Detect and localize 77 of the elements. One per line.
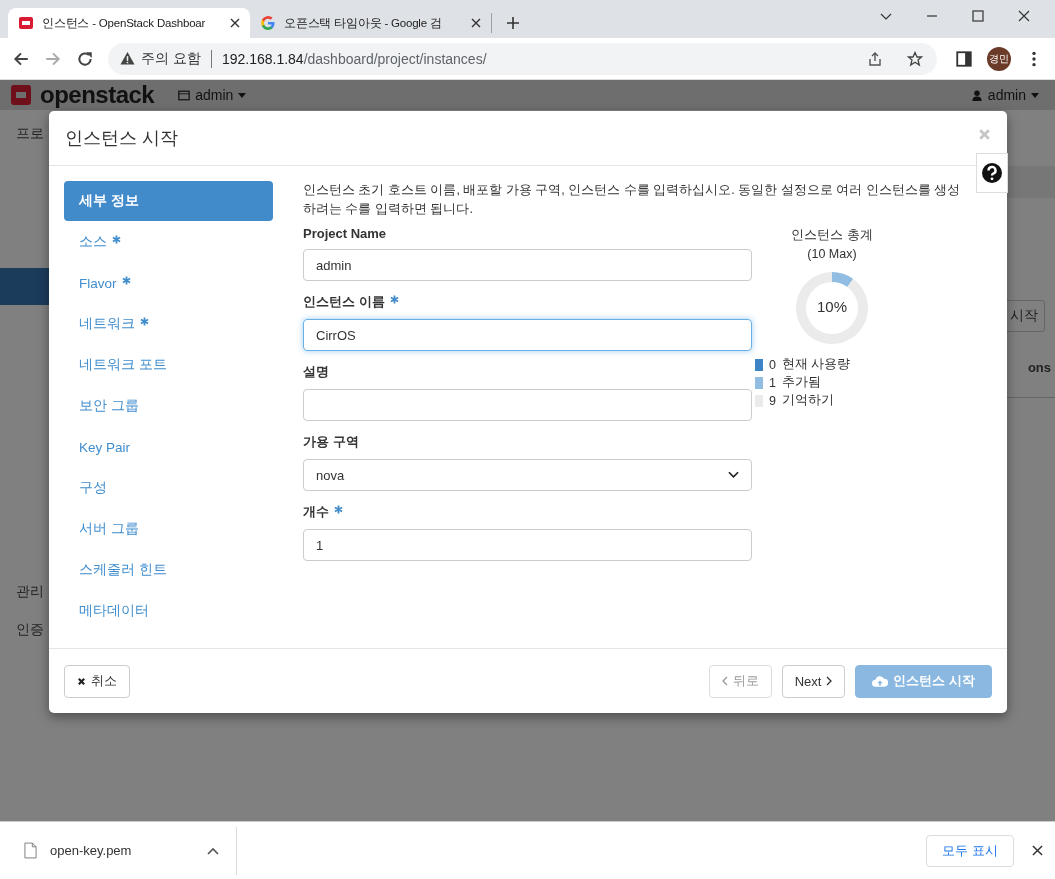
legend-value: 0 (769, 357, 776, 372)
security-warning: 주의 요함 (141, 49, 201, 68)
project-icon (178, 89, 191, 101)
file-icon (24, 842, 37, 859)
input-field[interactable]: 1 (303, 529, 752, 561)
input-field[interactable]: admin (303, 249, 752, 281)
column-header: ons (1027, 360, 1052, 375)
legend-value: 1 (769, 375, 776, 390)
close-icon (77, 676, 86, 686)
input-field[interactable] (303, 389, 752, 421)
brand-name[interactable]: openstack (40, 81, 155, 109)
close-icon[interactable] (1032, 845, 1043, 856)
legend-label: 기억하기 (781, 392, 834, 409)
wizard-step[interactable]: 네트워크 (64, 304, 273, 344)
wizard-step[interactable]: 서버 그룹 (64, 509, 273, 549)
wizard-step[interactable]: 보안 그룹 (64, 386, 273, 426)
caret-icon (238, 92, 247, 98)
wizard-step[interactable]: 메타데이터 (64, 591, 273, 631)
star-icon[interactable] (907, 50, 923, 67)
select-field[interactable]: nova (303, 459, 752, 491)
user-icon (970, 89, 983, 101)
legend-label: 추가됨 (781, 374, 821, 391)
chart-title: 인스턴스 총계 (791, 227, 873, 244)
wizard-step[interactable]: 세부 정보 (64, 181, 273, 221)
sidebar-item[interactable]: 관리 (0, 583, 49, 601)
wizard-step[interactable]: 네트워크 포트 (64, 345, 273, 385)
openstack-logo-icon (18, 15, 34, 31)
chart-center-label: 10% (816, 298, 848, 315)
legend-value: 9 (769, 393, 776, 408)
chart-subtitle: (10 Max) (807, 246, 857, 263)
reload-icon[interactable] (76, 49, 94, 68)
field-label: 개수 (303, 503, 329, 521)
side-panel-icon[interactable] (955, 49, 973, 68)
field-label: 설명 (303, 363, 329, 381)
chevron-right-icon (826, 676, 833, 686)
close-icon[interactable] (230, 18, 240, 28)
step-description: 인스턴스 초기 호스트 이름, 배포할 가용 구역, 인스턴스 수를 입력하십시오. 동일한 설정으로 여러 인스턴스를 생성하려는 수를 입력하면 됩니다. (303, 182, 962, 218)
field-label: Project Name (303, 226, 387, 241)
input-field[interactable]: CirrOS (303, 319, 752, 351)
user-menu[interactable]: admin (970, 87, 1039, 103)
help-icon[interactable] (976, 153, 1008, 193)
legend-label: 현재 사용량 (781, 356, 851, 373)
field-label: 가용 구역 (303, 433, 359, 451)
close-icon[interactable] (1017, 9, 1031, 23)
tab-title: 인스턴스 - OpenStack Dashboar (42, 15, 207, 31)
project-menu[interactable]: admin (178, 87, 247, 103)
wizard-step[interactable]: 스케줄러 힌트 (64, 550, 273, 590)
chevron-down-icon (728, 471, 739, 479)
wizard-step[interactable]: 소스 (64, 222, 273, 262)
wizard-step[interactable]: Key Pair (64, 427, 273, 467)
browser-tab[interactable]: 오픈스택 타임아웃 - Google 검 (250, 13, 492, 33)
modal-title: 인스턴스 시작 (65, 127, 178, 150)
tab-title: 오픈스택 타임아웃 - Google 검 (284, 15, 443, 31)
close-icon[interactable] (471, 18, 481, 28)
sidebar-item[interactable]: 인증 (0, 621, 49, 639)
new-tab-icon[interactable] (506, 16, 520, 30)
wizard-step[interactable]: 구성 (64, 468, 273, 508)
download-file-name[interactable]: open-key.pem (50, 843, 132, 858)
caret-icon (1031, 92, 1039, 98)
cancel-button[interactable]: 취소 (64, 664, 130, 698)
field-label: 인스턴스 이름 (303, 293, 385, 311)
next-button[interactable]: Next (781, 664, 846, 698)
show-all-button[interactable]: 모두 표시 (926, 834, 1014, 867)
google-logo-icon (260, 15, 276, 31)
chevron-left-icon (721, 676, 728, 686)
url-host: 192.168.1.84 (221, 50, 304, 67)
wizard-step[interactable]: Flavor (64, 263, 273, 303)
sidebar-item[interactable]: 프로 (0, 125, 49, 143)
profile-avatar[interactable]: 경민 (987, 46, 1011, 71)
chevron-up-icon[interactable] (207, 846, 220, 855)
share-icon[interactable] (867, 50, 883, 67)
address-bar[interactable]: 주의 요함 192.168.1.84/dashboard/project/instances/ (108, 42, 937, 75)
cloud-upload-icon (872, 675, 889, 687)
url-path: /dashboard/project/instances/ (303, 50, 487, 67)
warning-icon (120, 51, 135, 66)
maximize-icon[interactable] (971, 9, 985, 23)
browser-tab[interactable]: 인스턴스 - OpenStack Dashboar (8, 8, 250, 38)
